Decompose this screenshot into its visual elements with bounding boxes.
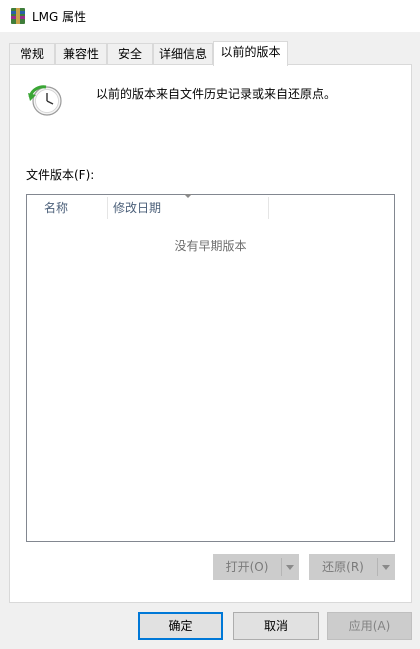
column-divider[interactable]: [107, 197, 108, 219]
description-text: 以前的版本来自文件历史记录或来自还原点。: [96, 87, 337, 101]
tab-compatibility[interactable]: 兼容性: [55, 43, 107, 65]
tab-security[interactable]: 安全: [107, 43, 153, 65]
list-column-header: 名称 修改日期: [27, 194, 394, 222]
previous-versions-panel: 以前的版本来自文件历史记录或来自还原点。 文件版本(F): 名称 修改日期 没有…: [9, 64, 412, 603]
apply-button[interactable]: 应用(A): [327, 612, 412, 640]
file-versions-label: 文件版本(F):: [26, 168, 95, 182]
split-divider: [377, 558, 378, 576]
cancel-button[interactable]: 取消: [233, 612, 319, 640]
column-name[interactable]: 名称: [44, 195, 68, 221]
title-bar: LMG 属性: [0, 0, 420, 32]
split-divider: [281, 558, 282, 576]
tab-label: 以前的版本: [220, 45, 281, 59]
empty-list-message: 没有早期版本: [174, 239, 247, 253]
tab-general[interactable]: 常规: [9, 43, 55, 65]
winrar-archive-icon: [11, 8, 25, 24]
chevron-down-icon[interactable]: [286, 565, 294, 570]
tab-strip: 常规 兼容性 安全 详细信息 以前的版本: [0, 41, 420, 66]
column-modified-date[interactable]: 修改日期: [113, 195, 161, 221]
file-versions-list[interactable]: 名称 修改日期 没有早期版本: [26, 194, 395, 542]
tab-label: 兼容性: [62, 47, 99, 61]
tab-label: 常规: [19, 47, 44, 61]
chevron-down-icon[interactable]: [382, 565, 390, 570]
sort-indicator-icon: [184, 194, 192, 198]
tab-details[interactable]: 详细信息: [153, 43, 213, 65]
window-title: LMG 属性: [32, 10, 87, 24]
ok-button[interactable]: 确定: [138, 612, 223, 640]
restore-split-button[interactable]: 还原(R): [309, 554, 395, 580]
restore-button-label: 还原(R): [322, 560, 364, 574]
open-split-button[interactable]: 打开(O): [213, 554, 299, 580]
tab-label: 安全: [117, 47, 142, 61]
tab-label: 详细信息: [158, 47, 207, 61]
tab-previous-versions[interactable]: 以前的版本: [213, 41, 288, 66]
column-divider[interactable]: [268, 197, 269, 219]
open-button-label: 打开(O): [225, 560, 269, 574]
restore-clock-icon: [28, 85, 62, 116]
